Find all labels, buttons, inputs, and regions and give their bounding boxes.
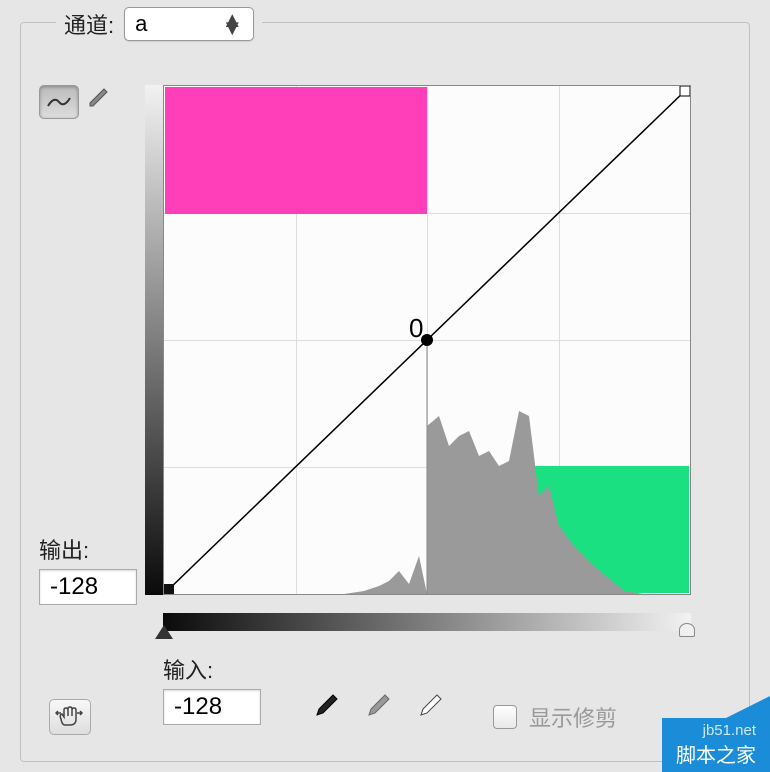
- curves-panel: 通道: a ▲▼: [20, 22, 750, 762]
- input-value-input[interactable]: [163, 689, 261, 725]
- watermark-url: jb51.net: [676, 722, 756, 739]
- pencil-icon: [87, 85, 111, 109]
- output-group: 输出:: [39, 533, 137, 605]
- graph-box[interactable]: [163, 85, 691, 595]
- channel-select[interactable]: a ▲▼: [124, 7, 254, 41]
- curve-draw-tool[interactable]: [87, 85, 121, 119]
- watermark: jb51.net 脚本之家: [662, 718, 770, 772]
- curve-point-tool[interactable]: [39, 85, 79, 119]
- channel-value: a: [135, 11, 147, 37]
- white-eyedropper-icon[interactable]: [415, 693, 443, 721]
- curve-icon: [46, 94, 72, 110]
- dropdown-spinner-icon: ▲▼: [221, 16, 243, 32]
- watermark-decoration: [726, 696, 770, 718]
- show-clipping-row: 显示修剪: [493, 701, 617, 733]
- curves-graph[interactable]: [163, 85, 691, 613]
- output-label: 输出:: [39, 533, 137, 565]
- black-point-slider[interactable]: [155, 625, 173, 639]
- center-value-label: 0: [409, 313, 423, 344]
- channel-row: 通道: a ▲▼: [56, 7, 262, 41]
- input-group: 输入:: [163, 653, 261, 725]
- output-value-input[interactable]: [39, 569, 137, 605]
- curve-tool-buttons: [39, 85, 121, 119]
- output-gradient: [145, 85, 163, 595]
- targeted-adjustment-tool[interactable]: [49, 699, 91, 735]
- eyedropper-group: [311, 693, 443, 721]
- hand-icon: [55, 705, 85, 729]
- white-point-slider[interactable]: [679, 623, 695, 637]
- show-clipping-label: 显示修剪: [529, 701, 617, 733]
- input-label: 输入:: [163, 653, 261, 685]
- gray-eyedropper-icon[interactable]: [363, 693, 391, 721]
- channel-label: 通道:: [64, 8, 114, 40]
- watermark-name: 脚本之家: [676, 745, 756, 767]
- show-clipping-checkbox[interactable]: [493, 705, 517, 729]
- input-gradient: [163, 613, 691, 631]
- black-eyedropper-icon[interactable]: [311, 693, 339, 721]
- curve-svg: [164, 86, 690, 594]
